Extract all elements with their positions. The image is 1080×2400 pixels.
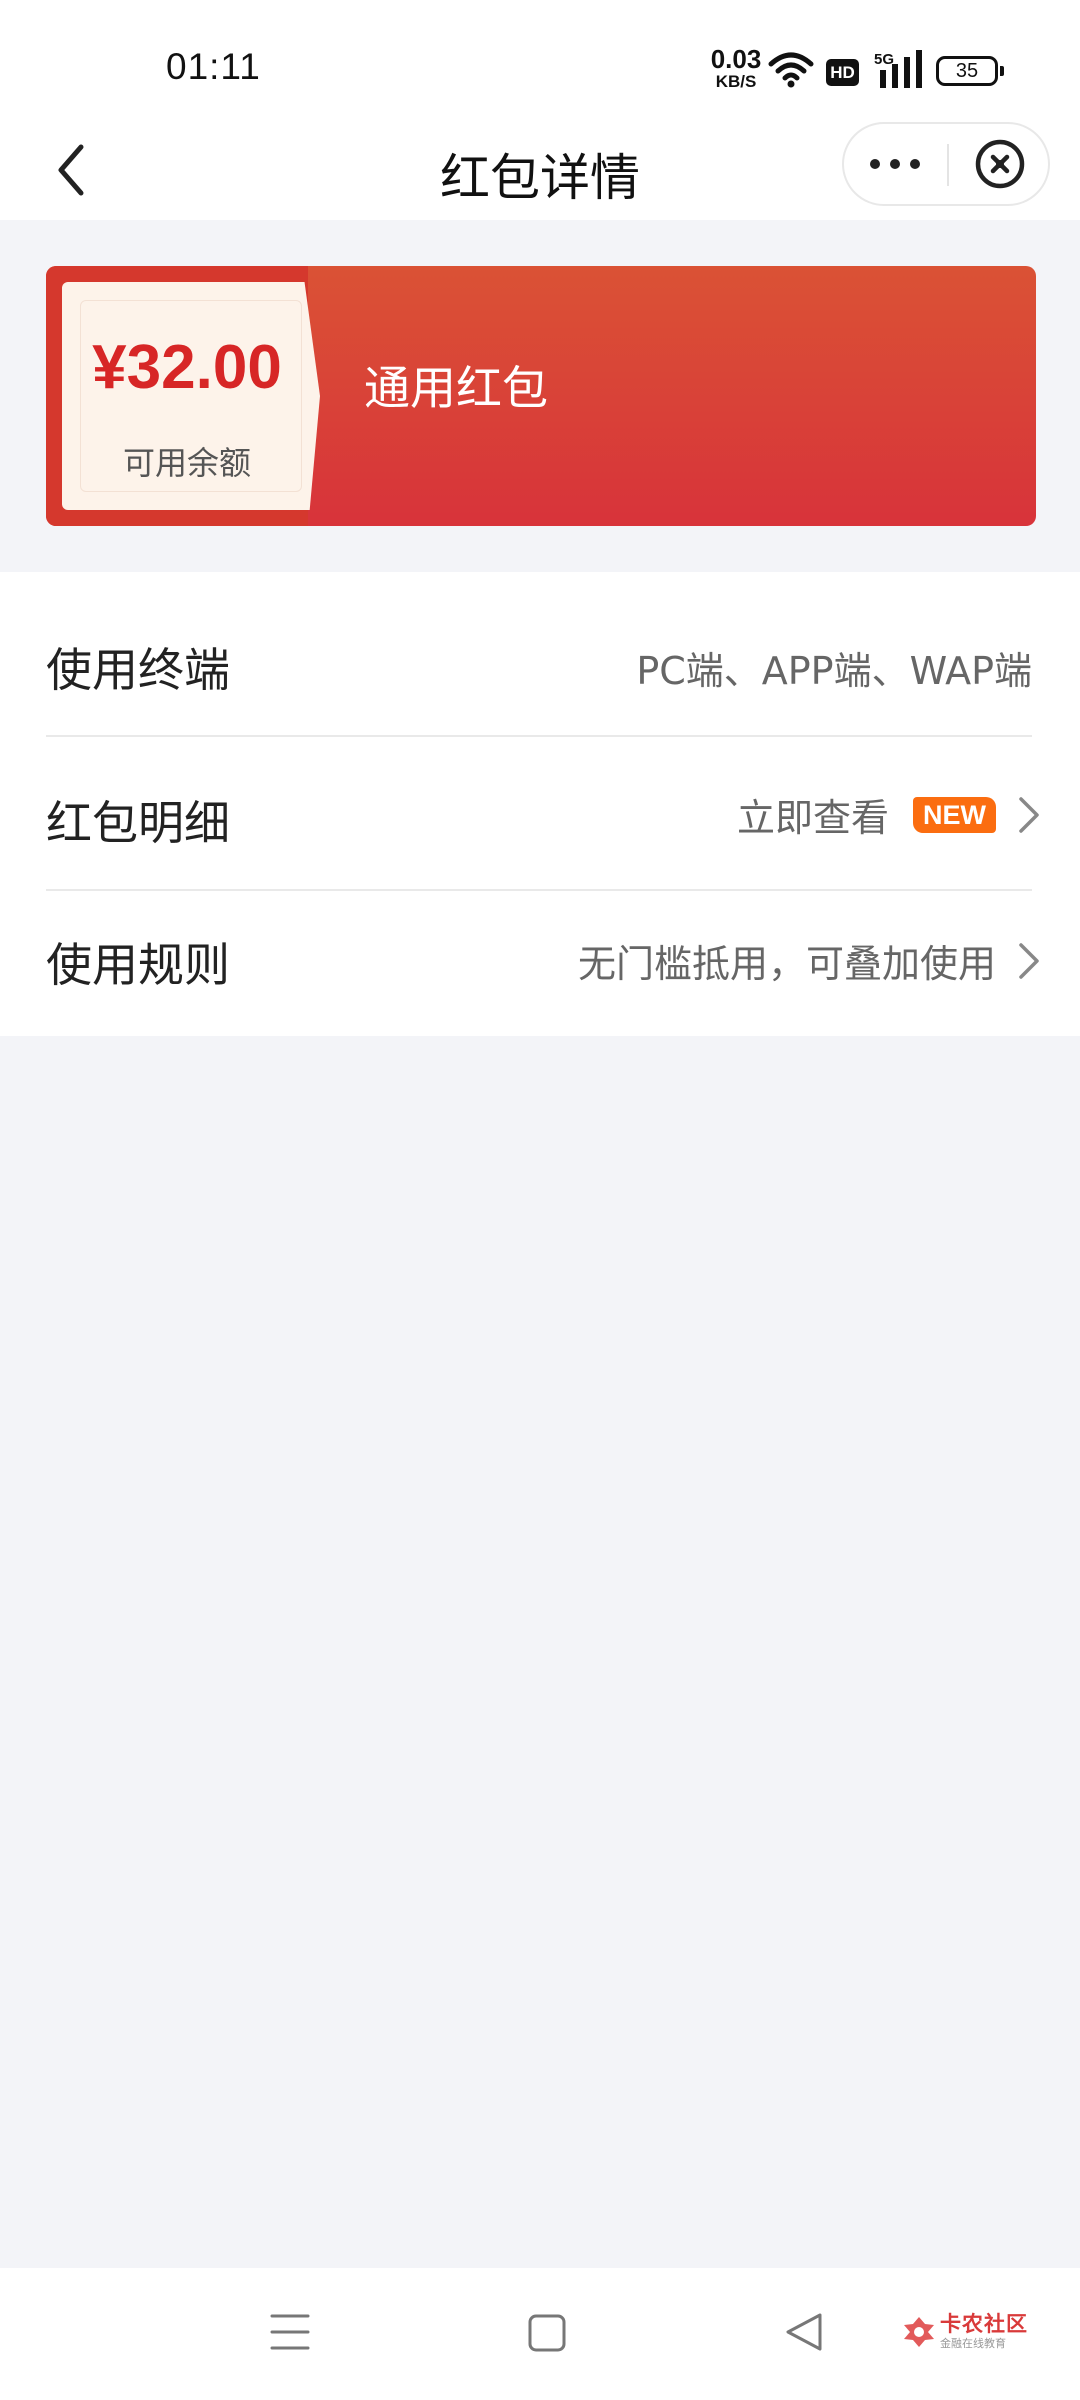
view-now-link[interactable]: 立即查看 — [737, 787, 889, 842]
envelope-type: 通用红包 — [364, 361, 548, 415]
balance-amount: ¥32.00 — [92, 333, 282, 402]
list-item-label: 红包明细 — [46, 796, 230, 850]
menu-icon — [270, 2314, 310, 2350]
balance-coupon: ¥32.00 可用余额 — [62, 282, 320, 510]
network-speed-unit: KB/S — [715, 72, 757, 91]
network-type-label: 5G — [874, 51, 894, 68]
list-item-label: 使用规则 — [46, 938, 230, 992]
info-list: 使用终端 PC端、APP端、WAP端 红包明细 立即查看 NEW 使用规则 无门… — [0, 572, 1080, 1036]
home-square-icon — [528, 2314, 566, 2352]
mini-program-capsule — [842, 122, 1050, 206]
network-speed-value: 0.03 — [710, 44, 762, 74]
chevron-right-icon — [1018, 796, 1040, 834]
watermark-title: 卡农社区 — [940, 2312, 1028, 2336]
list-item-rules[interactable]: 使用规则 无门槛抵用，可叠加使用 — [0, 891, 1080, 1036]
status-time: 01:11 — [166, 46, 261, 87]
watermark: 卡农社区 金融在线教育 — [902, 2314, 1028, 2349]
system-navigation-bar: 卡农社区 金融在线教育 — [0, 2268, 1080, 2400]
balance-label: 可用余额 — [122, 444, 251, 482]
close-circle-icon — [975, 139, 1025, 189]
system-back-button[interactable] — [784, 2312, 824, 2356]
hd-icon: HD — [826, 59, 859, 86]
status-bar: 01:11 0.03 KB/S HD 5G 35 — [0, 0, 1080, 120]
list-item-value: 立即查看 NEW — [737, 787, 1040, 842]
nav-bar: 红包详情 — [0, 120, 1080, 220]
list-item-details[interactable]: 红包明细 立即查看 NEW — [0, 737, 1080, 889]
network-speed: 0.03 KB/S — [708, 46, 764, 90]
watermark-logo-icon — [904, 2316, 934, 2347]
battery-icon: 35 — [936, 56, 1004, 86]
new-badge: NEW — [913, 796, 996, 833]
home-button[interactable] — [528, 2314, 566, 2356]
list-item-value: 无门槛抵用，可叠加使用 — [578, 933, 1040, 988]
list-item-value: PC端、APP端、WAP端 — [636, 640, 1032, 695]
wifi-icon — [768, 52, 814, 92]
back-triangle-icon — [786, 2313, 822, 2351]
cellular-signal-icon: 5G — [874, 50, 928, 94]
more-button[interactable] — [844, 124, 946, 204]
rules-value: 无门槛抵用，可叠加使用 — [577, 942, 996, 986]
list-item-label: 使用终端 — [46, 643, 230, 697]
close-button[interactable] — [950, 124, 1050, 204]
list-item-terminal: 使用终端 PC端、APP端、WAP端 — [0, 572, 1080, 736]
chevron-right-icon — [1018, 942, 1040, 980]
recent-apps-button[interactable] — [270, 2312, 310, 2356]
watermark-subtitle: 金融在线教育 — [940, 2337, 1006, 2350]
capsule-divider — [947, 144, 949, 186]
terminal-value: PC端、APP端、WAP端 — [636, 649, 1032, 693]
more-dots-icon — [870, 159, 920, 169]
red-envelope-card: ¥32.00 可用余额 通用红包 — [46, 266, 1036, 526]
